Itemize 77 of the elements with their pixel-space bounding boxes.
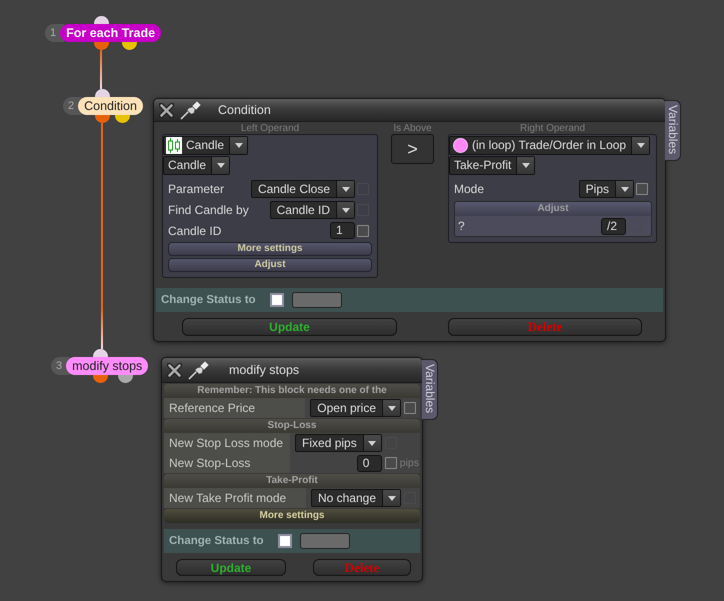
status-label: Change Status to [161,294,256,306]
output-port-icon[interactable] [122,42,137,50]
field-label: New Stop-Loss [164,453,290,473]
update-button[interactable]: Update [182,318,397,336]
caret-icon [636,143,645,148]
field-label: Candle ID [168,224,222,238]
output-port-icon[interactable] [115,115,130,123]
caret-icon [388,496,396,500]
caret-icon [342,186,350,192]
source-dropdown[interactable]: (in loop) Trade/Order in Loop [449,136,650,155]
node-number: 3 [51,357,70,375]
dropdown[interactable]: Pips [578,180,634,198]
operand-heading: Right Operand [520,123,586,134]
checkbox[interactable] [270,293,284,307]
section-header: Take-Profit [164,474,420,488]
caret-icon [620,186,628,192]
node-label[interactable]: For each Trade [60,24,162,42]
color-field[interactable] [300,533,350,549]
field-label: New Stop Loss mode [164,433,290,453]
dropdown[interactable]: Open price [310,399,401,417]
field-label: Find Candle by [168,203,249,217]
field-label: Parameter [168,182,224,196]
close-icon[interactable] [159,102,174,118]
candlestick-icon [166,137,182,154]
node-label[interactable]: modify stops [66,357,148,375]
caret-icon [368,440,376,446]
output-port-icon[interactable] [95,115,110,123]
caret-icon [216,163,225,168]
node-label[interactable]: Condition [78,97,143,115]
section-bar[interactable]: More settings [164,509,420,523]
caret-icon [342,208,350,212]
circle-icon [453,138,468,153]
output-port-icon[interactable] [93,375,108,383]
operand-heading: Left Operand [240,123,300,134]
output-port-icon[interactable] [118,375,133,383]
section-bar[interactable]: More settings [168,242,372,256]
caret-icon [234,143,243,148]
checkbox[interactable] [384,457,397,469]
input-port-icon[interactable] [93,349,108,357]
status-label: Change Status to [169,535,264,547]
checkbox[interactable] [404,402,416,414]
pin-icon[interactable] [180,100,202,120]
output-port-icon[interactable] [94,42,109,50]
field-label: Reference Price [164,398,306,418]
dialog-title: Condition [218,103,271,117]
section-bar[interactable]: Adjust [168,258,372,272]
title-bar[interactable]: modify stops [162,358,422,383]
field-label: Mode [454,182,484,196]
number-field[interactable]: 1 [330,222,355,239]
field-label: New Take Profit mode [164,488,306,508]
variables-tab[interactable]: Variables [665,100,681,162]
checkbox[interactable] [636,183,648,195]
section-header: Stop-Loss [164,419,420,433]
update-button[interactable]: Update [176,559,286,576]
caret-icon [388,406,396,410]
checkbox[interactable] [357,224,369,236]
connector-line [100,50,102,89]
dialog-title: modify stops [229,363,300,377]
field-label: ? [458,219,465,233]
variables-tab[interactable]: Variables [422,359,438,420]
close-icon[interactable] [167,362,182,378]
color-field[interactable] [292,292,342,308]
caret-icon [522,163,530,168]
comparator-heading: Is Above [393,123,432,134]
input-port-icon[interactable] [94,16,109,24]
pin-icon[interactable] [188,360,210,380]
type-dropdown[interactable]: Candle [163,156,230,175]
checkbox[interactable] [278,534,292,548]
comparator-button[interactable]: > [391,134,434,164]
section-header: Remember: This block needs one of the [164,384,420,398]
number-field[interactable]: 0 [356,454,382,472]
input-port-icon[interactable] [95,89,110,97]
title-bar[interactable]: Condition [154,99,665,122]
type-dropdown[interactable]: Take-Profit [449,156,536,175]
node-number: 1 [45,24,64,42]
node-number: 2 [63,97,82,115]
source-dropdown[interactable]: Candle [163,136,248,155]
